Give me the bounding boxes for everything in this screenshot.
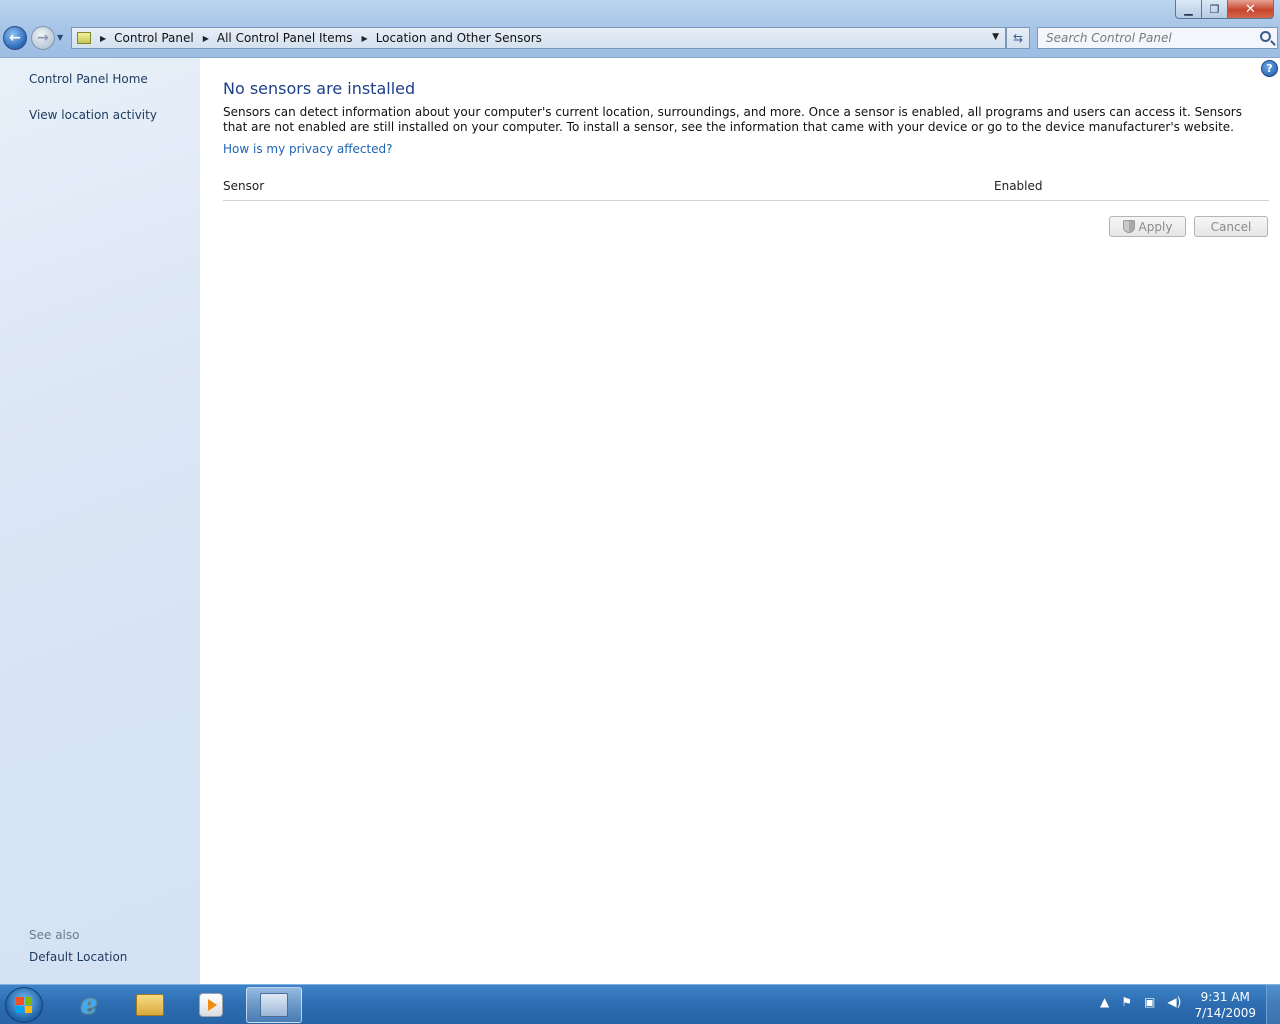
minimize-button[interactable]: ▁ — [1175, 0, 1202, 19]
column-header-sensor[interactable]: Sensor — [223, 179, 264, 193]
action-center-flag-icon[interactable]: ⚑ — [1121, 995, 1132, 1009]
apply-button[interactable]: Apply — [1109, 216, 1186, 237]
page-title: No sensors are installed — [223, 79, 416, 98]
taskbar-windows-explorer[interactable] — [122, 987, 178, 1023]
address-bar[interactable]: ▶ Control Panel ▶ All Control Panel Item… — [71, 27, 1006, 49]
cancel-button[interactable]: Cancel — [1194, 216, 1268, 237]
windows-logo-icon — [16, 997, 32, 1013]
search-box[interactable] — [1037, 27, 1278, 49]
taskbar-media-player[interactable] — [183, 987, 239, 1023]
default-location-link[interactable]: Default Location — [29, 950, 127, 964]
search-input[interactable] — [1046, 31, 1256, 45]
volume-icon[interactable]: ◀) — [1167, 995, 1181, 1009]
see-also-heading: See also — [29, 928, 80, 942]
internet-explorer-icon: e — [80, 990, 98, 1020]
system-tray: ▲ ⚑ ▣ ◀) — [1100, 995, 1181, 1009]
chevron-right-icon[interactable]: ▶ — [100, 34, 106, 43]
forward-arrow-icon: → — [37, 30, 49, 46]
main-content: ? No sensors are installed Sensors can d… — [200, 57, 1280, 984]
control-panel-icon — [77, 32, 91, 44]
control-panel-icon — [260, 993, 288, 1017]
media-player-icon — [199, 993, 223, 1017]
window-titlebar: ▁ ❐ ✕ ← → ▼ ▶ Control Panel ▶ All Contro… — [0, 0, 1280, 57]
chevron-right-icon[interactable]: ▶ — [203, 34, 209, 43]
start-button[interactable] — [5, 987, 43, 1023]
close-button[interactable]: ✕ — [1228, 0, 1274, 19]
clock[interactable]: 9:31 AM 7/14/2009 — [1194, 989, 1256, 1021]
search-icon[interactable] — [1260, 31, 1271, 42]
recent-pages-dropdown[interactable]: ▼ — [57, 33, 63, 42]
refresh-button[interactable]: ⇆ — [1006, 27, 1030, 49]
column-header-enabled[interactable]: Enabled — [994, 179, 1043, 193]
breadcrumb-all-items[interactable]: All Control Panel Items — [217, 31, 353, 45]
back-button[interactable]: ← — [3, 26, 27, 50]
uac-shield-icon — [1122, 220, 1135, 233]
help-icon[interactable]: ? — [1261, 60, 1278, 77]
back-arrow-icon: ← — [9, 30, 21, 46]
sensors-description: Sensors can detect information about you… — [223, 105, 1242, 134]
chevron-right-icon[interactable]: ▶ — [362, 34, 368, 43]
show-desktop-button[interactable] — [1266, 985, 1280, 1024]
view-location-activity-link[interactable]: View location activity — [29, 108, 157, 122]
table-divider — [223, 200, 1269, 201]
apply-label: Apply — [1138, 219, 1173, 234]
taskbar: e ▲ ⚑ ▣ ◀) 9:31 AM 7/14/2009 — [0, 984, 1280, 1024]
network-icon[interactable]: ▣ — [1144, 995, 1155, 1009]
clock-time: 9:31 AM — [1200, 990, 1250, 1004]
forward-button[interactable]: → — [31, 26, 55, 50]
clock-date: 7/14/2009 — [1194, 1006, 1256, 1020]
refresh-icon: ⇆ — [1012, 31, 1024, 45]
breadcrumb-location-sensors[interactable]: Location and Other Sensors — [376, 31, 542, 45]
windows-explorer-icon — [136, 994, 164, 1016]
left-pane: Control Panel Home View location activit… — [0, 57, 200, 984]
window-controls: ▁ ❐ ✕ — [1175, 0, 1274, 19]
privacy-link[interactable]: How is my privacy affected? — [223, 142, 393, 156]
control-panel-home-link[interactable]: Control Panel Home — [29, 72, 148, 86]
breadcrumb-control-panel[interactable]: Control Panel — [114, 31, 194, 45]
show-hidden-icons-icon[interactable]: ▲ — [1100, 995, 1109, 1009]
taskbar-control-panel[interactable] — [246, 987, 302, 1023]
taskbar-internet-explorer[interactable]: e — [61, 987, 117, 1023]
chevron-down-icon[interactable]: ▼ — [992, 32, 999, 42]
restore-button[interactable]: ❐ — [1202, 0, 1228, 19]
